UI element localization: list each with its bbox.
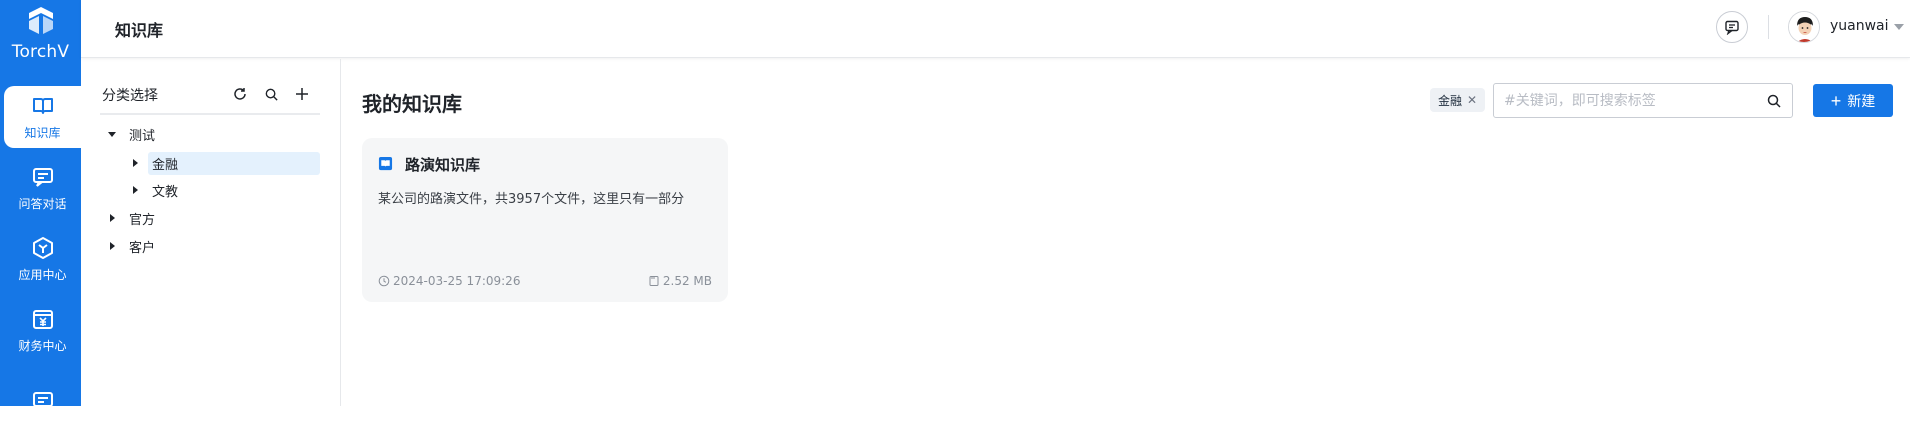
hexagon-app-icon <box>32 236 53 259</box>
collapse-caret-icon[interactable] <box>110 242 115 250</box>
chat-icon <box>32 167 53 187</box>
refresh-icon <box>234 88 246 100</box>
category-search-button[interactable] <box>262 85 280 103</box>
nav-item-label: 知识库 <box>24 125 61 140</box>
nav-item-label: 应用中心 <box>18 267 67 282</box>
card-time-text: 2024-03-25 17:09:26 <box>393 274 521 288</box>
storage-icon <box>649 276 659 286</box>
top-header: 知识库 <box>81 0 1910 58</box>
expand-caret-icon[interactable] <box>108 131 116 137</box>
search-icon[interactable] <box>1766 93 1782 109</box>
new-button-label: 新建 <box>1847 92 1876 109</box>
nav-item-more[interactable] <box>4 370 81 432</box>
tree-node-label: 金融 <box>152 157 179 173</box>
card-size: 2.52 MB <box>648 274 712 288</box>
message-icon <box>1725 20 1739 35</box>
tree-node-label: 客户 <box>129 240 156 256</box>
category-divider <box>100 113 320 115</box>
tree-node-test[interactable]: 测试 <box>108 122 155 146</box>
search-icon <box>265 88 278 101</box>
tree-node-official[interactable]: 官方 <box>108 206 155 230</box>
filter-tag: 金融 ✕ <box>1430 88 1486 112</box>
card-title: 路演知识库 <box>405 156 481 174</box>
collapse-caret-icon[interactable] <box>133 186 138 194</box>
category-title: 分类选择 <box>102 88 158 104</box>
username[interactable]: yuanwai <box>1830 18 1889 34</box>
user-menu-caret-icon[interactable] <box>1894 24 1904 30</box>
knowledge-base-card[interactable]: 路演知识库 某公司的路演文件，共3957个文件，这里只有一部分 2024-03-… <box>362 138 728 302</box>
nav-item-label: 问答对话 <box>18 196 67 211</box>
plus-icon: + <box>1830 90 1842 111</box>
tree-node-label: 文教 <box>152 184 179 200</box>
brand: TorchV <box>0 0 81 80</box>
finance-icon <box>32 309 53 329</box>
page-title: 知识库 <box>115 20 164 40</box>
nav-item-qa-chat[interactable]: 问答对话 <box>4 157 81 219</box>
search-box <box>1493 83 1793 118</box>
tree-node-culture-education[interactable]: 文教 <box>131 178 178 202</box>
nav-item-finance-center[interactable]: 财务中心 <box>4 299 81 361</box>
tree-node-label: 官方 <box>129 212 156 228</box>
collapse-caret-icon[interactable] <box>133 159 138 167</box>
tree-node-customer[interactable]: 客户 <box>108 234 155 258</box>
message-button[interactable] <box>1716 11 1748 43</box>
nav-item-label: 财务中心 <box>18 338 67 353</box>
tree-node-finance[interactable]: 金融 <box>131 151 178 175</box>
close-icon[interactable]: ✕ <box>1467 93 1477 107</box>
brand-name: TorchV <box>11 42 70 62</box>
book-icon <box>378 156 393 171</box>
chat-icon <box>32 392 53 407</box>
header-divider <box>1768 15 1769 39</box>
section-title: 我的知识库 <box>362 92 462 116</box>
tree-node-label: 测试 <box>129 128 156 144</box>
category-panel: 分类选择 <box>81 59 341 406</box>
plus-icon <box>296 88 308 100</box>
nav-item-app-center[interactable]: 应用中心 <box>4 228 81 290</box>
nav-item-knowledge-base[interactable]: 知识库 <box>4 86 81 148</box>
collapse-caret-icon[interactable] <box>110 214 115 222</box>
torchv-logo-icon <box>28 7 53 34</box>
search-input[interactable] <box>1504 84 1754 117</box>
nav-rail: TorchV 知识库 问答对话 应用中心 财务中心 <box>0 0 81 407</box>
card-size-text: 2.52 MB <box>662 274 712 288</box>
refresh-button[interactable] <box>231 85 249 103</box>
book-icon <box>32 97 53 114</box>
add-category-button[interactable] <box>293 85 311 103</box>
filter-tag-label: 金融 <box>1438 93 1463 108</box>
new-knowledge-base-button[interactable]: + 新建 <box>1813 84 1893 117</box>
card-timestamp: 2024-03-25 17:09:26 <box>378 274 520 288</box>
card-description: 某公司的路演文件，共3957个文件，这里只有一部分 <box>378 192 685 207</box>
clock-icon <box>378 275 390 287</box>
avatar[interactable] <box>1788 11 1820 43</box>
